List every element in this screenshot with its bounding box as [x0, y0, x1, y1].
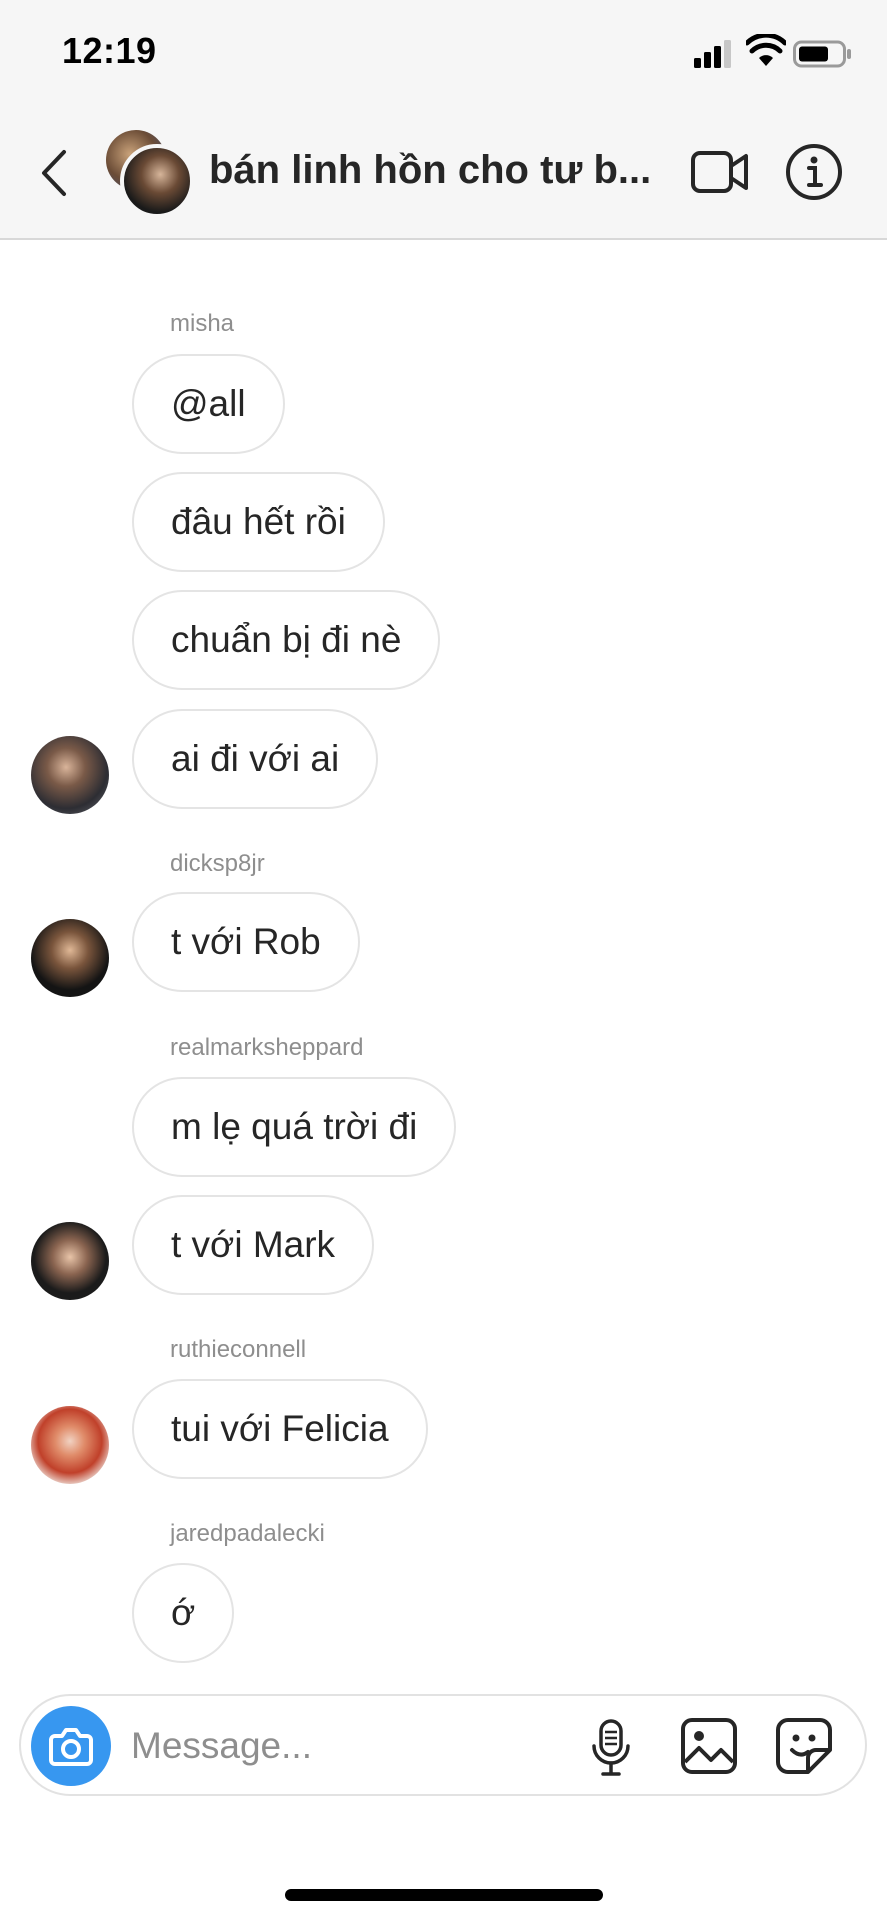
message-thread[interactable]: misha @all đâu hết rồi chuẩn bị đi nè ai… [0, 238, 887, 1678]
message-bubble[interactable]: tui với Felicia [132, 1379, 428, 1479]
sender-avatar[interactable] [31, 919, 109, 997]
message-bubble[interactable]: m lẹ quá trời đi [132, 1077, 457, 1177]
message-bubble[interactable]: @all [132, 354, 285, 454]
top-bar: 12:19 bán linh hồn cho tư b... [0, 0, 887, 240]
sender-name: dicksp8jr [170, 850, 265, 877]
gallery-icon[interactable] [679, 1716, 739, 1776]
sender-name: misha [170, 310, 235, 337]
sender-name: realmarksheppard [170, 1034, 364, 1061]
message-bubble[interactable]: t với Mark [132, 1195, 375, 1295]
back-chevron-icon[interactable] [36, 148, 76, 198]
info-icon[interactable] [785, 143, 843, 201]
message-bubble[interactable]: ai đi với ai [132, 709, 379, 809]
camera-icon [49, 1728, 93, 1766]
message-input[interactable] [129, 1716, 563, 1776]
group-avatar[interactable] [106, 130, 194, 218]
video-call-icon[interactable] [690, 146, 750, 198]
message-bubble[interactable]: t với Rob [132, 892, 360, 992]
status-time: 12:19 [62, 30, 157, 71]
sender-avatar[interactable] [31, 736, 109, 814]
group-avatar-front [120, 144, 194, 218]
message-bubble[interactable]: đâu hết rồi [132, 472, 385, 572]
sender-name: ruthieconnell [170, 1336, 307, 1363]
sender-name: jaredpadalecki [170, 1520, 325, 1547]
sticker-icon[interactable] [774, 1716, 834, 1776]
cellular-signal-icon [694, 40, 731, 68]
message-composer [19, 1694, 867, 1796]
message-bubble[interactable]: ớ [132, 1563, 235, 1663]
camera-button[interactable] [31, 1706, 111, 1786]
wifi-icon [746, 34, 786, 66]
message-bubble[interactable]: chuẩn bị đi nè [132, 590, 441, 690]
sender-avatar[interactable] [31, 1406, 109, 1484]
battery-icon [793, 40, 851, 68]
sender-avatar[interactable] [31, 1222, 109, 1300]
conversation-title[interactable]: bán linh hồn cho tư b... [209, 148, 669, 198]
microphone-icon[interactable] [589, 1718, 633, 1778]
home-indicator[interactable] [285, 1889, 603, 1901]
